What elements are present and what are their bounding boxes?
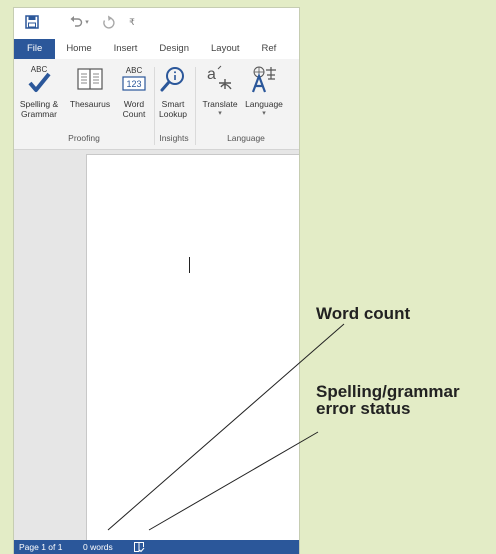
status-bar: Page 1 of 1 0 words [14,540,299,554]
smart-lookup-button[interactable]: Smart Lookup [156,63,190,119]
translate-label: Translate [202,99,238,109]
smart-lookup-label-line1: Smart [161,99,185,109]
customize-qat-button[interactable]: ₹ [126,13,138,31]
spelling-icon: ABC [24,63,54,95]
tab-design[interactable]: Design [148,39,200,59]
tab-file[interactable]: File [14,39,56,59]
word-count-button[interactable]: ABC 123 Word Count [118,63,150,119]
undo-icon [70,16,83,27]
save-button[interactable] [24,13,40,31]
translate-dropdown-arrow[interactable]: ▾ [218,110,222,118]
tab-references[interactable]: Ref [251,39,277,59]
spelling-grammar-button[interactable]: ABC Spelling & Grammar [14,63,64,119]
word-count-label-line2: Count [122,109,146,119]
redo-icon [103,15,115,29]
proofing-status-icon[interactable] [133,541,145,553]
book-icon [76,63,104,95]
check-icon [28,72,51,92]
tab-insert[interactable]: Insert [103,39,149,59]
save-icon [25,15,39,29]
group-label-insights: Insights [159,133,189,143]
search-icon [159,63,187,95]
word-window: ▾ ₹ File Home Insert Design Layout Ref A… [14,8,299,554]
spelling-label-line2: Grammar [21,109,57,119]
group-label-proofing: Proofing [68,133,100,143]
word-count-icon-top: ABC [126,66,143,75]
callout-spelling-status: Spelling/grammar error status [316,382,460,418]
translate-button[interactable]: a Translate ▾ [201,63,239,118]
svg-text:a: a [207,66,216,83]
callout-word-count: Word count [316,304,411,323]
group-label-language: Language [227,133,265,143]
language-button[interactable]: Language ▾ [239,63,289,118]
text-cursor [189,257,190,273]
quick-access-toolbar: ▾ ₹ [14,8,299,36]
smart-lookup-label-line2: Lookup [159,109,187,119]
redo-button[interactable] [98,13,118,31]
document-area[interactable] [14,150,299,554]
customize-qat-glyph: ₹ [129,16,135,27]
language-label: Language [245,99,283,109]
tab-home[interactable]: Home [55,39,102,59]
thesaurus-button[interactable]: Thesaurus [65,63,115,109]
tab-layout[interactable]: Layout [200,39,251,59]
document-page[interactable] [86,154,299,554]
word-count-icon: ABC 123 [121,63,147,95]
review-ribbon: ABC Spelling & Grammar Thesaurus ABC 123… [14,59,299,150]
word-count-label-line1: Word [123,99,145,109]
undo-dropdown-glyph[interactable]: ▾ [85,18,89,26]
spelling-label-line1: Spelling & [19,99,59,109]
language-icon [249,63,279,95]
language-dropdown-arrow[interactable]: ▾ [262,110,266,118]
thesaurus-label: Thesaurus [69,99,111,109]
word-count-icon-bottom: 123 [126,79,141,89]
ribbon-tabs: File Home Insert Design Layout Ref [14,39,299,59]
translate-icon: a [205,63,235,95]
spelling-icon-text: ABC [31,65,48,74]
page-count-status[interactable]: Page 1 of 1 [19,540,62,554]
undo-button[interactable]: ▾ [66,13,92,31]
word-count-status[interactable]: 0 words [83,540,113,554]
